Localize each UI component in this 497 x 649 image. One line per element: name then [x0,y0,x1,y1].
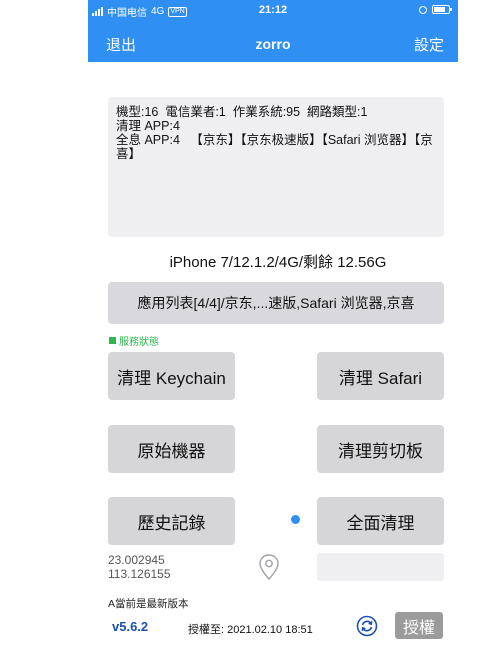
status-bar: 中国电信 4G VPN 21:12 [88,0,458,20]
clear-clipboard-button[interactable]: 清理剪切板 [317,425,444,473]
location-coordinates: 23.002945 113.126155 [108,553,171,581]
location-pin-icon[interactable] [256,553,282,581]
clear-keychain-button[interactable]: 清理 Keychain [108,352,235,400]
nav-title: zorro [255,36,291,52]
battery-icon [432,5,452,14]
authorize-button[interactable]: 授權 [395,612,443,639]
clear-safari-button[interactable]: 清理 Safari [317,352,444,400]
top-bar: 中国电信 4G VPN 21:12 退出 zorro 設定 [88,0,458,62]
orientation-lock-icon [419,5,427,14]
info-line: 全息 APP:4 【京东】【京东极速版】【Safari 浏览器】【京喜】 [116,133,433,161]
status-right [419,5,452,14]
info-line: 清理 APP:4 [116,119,180,133]
app-screen: 中国电信 4G VPN 21:12 退出 zorro 設定 機型:16 電信業者… [88,0,458,649]
refresh-icon[interactable] [356,615,378,637]
settings-button[interactable]: 設定 [414,34,444,55]
info-panel: 機型:16 電信業者:1 作業系統:95 網路類型:1 清理 APP:4 全息 … [108,97,444,237]
latest-version-text: A當前是最新版本 [108,598,189,610]
app-list-button[interactable]: 應用列表[4/4]/京东,...速版,Safari 浏览器,京喜 [108,282,444,324]
history-button[interactable]: 歷史記錄 [108,497,235,545]
auth-expiry: 授權至: 2021.02.10 18:51 [188,624,313,636]
status-indicator-icon [109,337,116,344]
nav-bar: 退出 zorro 設定 [88,28,458,58]
info-line: 機型:16 電信業者:1 作業系統:95 網路類型:1 [116,105,368,119]
latitude-value: 23.002945 [108,553,165,567]
service-status-label: 服務狀態 [119,337,159,348]
service-status: 服務狀態 [109,333,159,348]
full-clean-button[interactable]: 全面清理 [317,497,444,545]
selection-dot-icon [291,515,300,524]
status-time: 21:12 [258,4,288,16]
device-info: iPhone 7/12.1.2/4G/剩餘 12.56G [169,254,387,271]
longitude-value: 113.126155 [108,567,171,581]
location-input[interactable] [317,553,444,581]
version-label: v5.6.2 [112,619,149,634]
original-device-button[interactable]: 原始機器 [108,425,235,473]
